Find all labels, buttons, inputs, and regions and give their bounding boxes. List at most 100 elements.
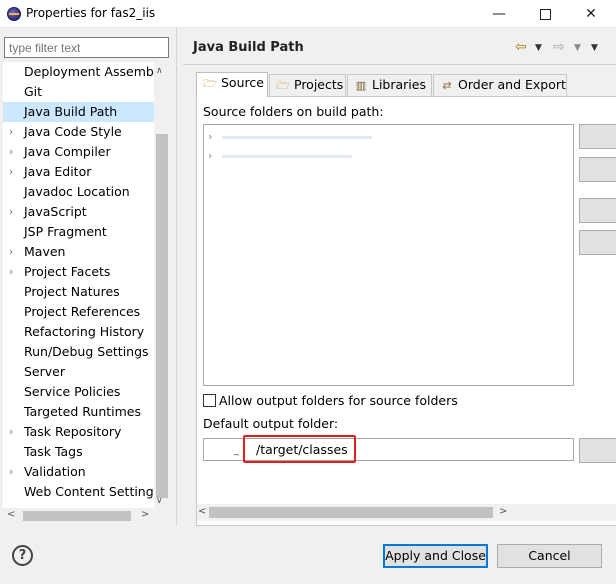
title-bar: Properties for fas2_iis — ✕ <box>0 0 616 28</box>
expand-icon[interactable]: › <box>9 202 19 222</box>
eclipse-icon <box>7 7 21 21</box>
tree-item-label: Javadoc Location <box>24 184 130 199</box>
annotation-highlight-box <box>243 435 356 463</box>
expand-icon[interactable]: › <box>9 162 19 182</box>
tree-item[interactable]: Project References <box>3 302 154 322</box>
expand-icon[interactable]: › <box>9 422 19 442</box>
tab-label: Source <box>221 75 264 90</box>
libraries-icon: ▥ <box>355 79 367 92</box>
tree-item[interactable]: Javadoc Location <box>3 182 154 202</box>
tree-item[interactable]: Run/Debug Settings <box>3 342 154 362</box>
source-folder-row[interactable]: › <box>208 147 352 165</box>
tree-item[interactable]: Git <box>3 82 154 102</box>
tree-item[interactable]: Server <box>3 362 154 382</box>
window-title: Properties for fas2_iis <box>26 6 156 20</box>
tree-item[interactable]: Project Natures <box>3 282 154 302</box>
tab-order-and-export[interactable]: ⇄ Order and Export <box>433 74 567 96</box>
minimize-button[interactable]: — <box>476 0 522 28</box>
tree-item[interactable]: › Java Editor <box>3 162 154 182</box>
view-menu-icon[interactable]: ▼ <box>591 43 598 53</box>
source-folder-row[interactable]: › <box>208 128 372 146</box>
tree-item[interactable]: JSP Fragment <box>3 222 154 242</box>
tree-item-label: Targeted Runtimes <box>24 404 141 419</box>
tree-item[interactable]: Targeted Runtimes <box>3 402 154 422</box>
tree-item-label: Java Editor <box>24 164 92 179</box>
back-arrow-icon[interactable]: ⇦ <box>515 39 527 55</box>
tree-vertical-scrollbar[interactable]: ∧ ∨ <box>154 62 168 508</box>
scroll-right-icon[interactable]: > <box>141 509 149 520</box>
tree-item-label: Web Content Settings <box>24 484 154 499</box>
remove-button[interactable] <box>579 230 616 255</box>
tree-item-label: Project Natures <box>24 284 120 299</box>
tree-item-label: Service Policies <box>24 384 121 399</box>
filter-input[interactable] <box>4 37 169 58</box>
add-folder-button[interactable] <box>579 124 616 149</box>
header-separator <box>183 64 616 65</box>
link-source-button[interactable] <box>579 157 616 182</box>
tree-item-label: Java Build Path <box>24 104 118 119</box>
tree-item[interactable]: › Project Facets <box>3 262 154 282</box>
scroll-right-icon[interactable]: > <box>499 506 507 517</box>
tree-item[interactable]: Refactoring History <box>3 322 154 342</box>
expand-icon[interactable]: › <box>9 262 19 282</box>
scroll-thumb[interactable] <box>156 134 168 498</box>
expand-icon[interactable]: › <box>9 242 19 262</box>
expand-icon[interactable]: › <box>9 462 19 482</box>
tab-bar: 🗁 Source 🗁 Projects ▥ Libraries ⇄ Order and … <box>196 72 576 97</box>
content-horizontal-scrollbar[interactable]: < > <box>197 504 616 521</box>
back-dropdown-icon[interactable]: ▼ <box>535 43 542 53</box>
tree-item-label: Java Compiler <box>24 144 111 159</box>
scroll-up-icon[interactable]: ∧ <box>156 66 163 76</box>
tree-item-label: Refactoring History <box>24 324 145 339</box>
expand-icon[interactable]: › <box>9 122 19 142</box>
scroll-down-icon[interactable]: ∨ <box>156 496 163 506</box>
forward-arrow-icon[interactable]: ⇨ <box>553 39 565 55</box>
forward-dropdown-icon[interactable]: ▼ <box>574 43 581 53</box>
tree-item-label: JSP Fragment <box>24 224 107 239</box>
order-export-icon: ⇄ <box>442 79 452 92</box>
tree-item[interactable]: Java Build Path <box>3 102 154 122</box>
scroll-left-icon[interactable]: < <box>7 509 15 520</box>
apply-and-close-button[interactable]: Apply and Close <box>383 544 488 568</box>
tree-horizontal-scrollbar[interactable]: < > <box>3 508 154 524</box>
page-title: Java Build Path <box>193 40 304 55</box>
tree-item-label: Maven <box>24 244 66 259</box>
tree-item[interactable]: › Maven <box>3 242 154 262</box>
cancel-button[interactable]: Cancel <box>497 544 602 568</box>
expand-icon[interactable]: › <box>208 130 212 143</box>
output-prefix: _ <box>234 445 239 456</box>
tree-item[interactable]: › Java Code Style <box>3 122 154 142</box>
maximize-button[interactable] <box>522 0 568 28</box>
tree-item-label: Deployment Assembly <box>24 64 154 79</box>
tab-projects[interactable]: 🗁 Projects <box>269 74 346 96</box>
help-icon[interactable]: ? <box>12 545 33 566</box>
scroll-thumb[interactable] <box>23 511 131 521</box>
scroll-thumb[interactable] <box>209 507 493 518</box>
tree-item[interactable]: › Java Compiler <box>3 142 154 162</box>
expand-icon[interactable]: › <box>208 149 212 162</box>
expand-icon[interactable]: › <box>9 142 19 162</box>
tree-item[interactable]: › Validation <box>3 462 154 482</box>
scroll-left-icon[interactable]: < <box>198 506 206 517</box>
close-button[interactable]: ✕ <box>568 0 614 28</box>
tree-item-label: Java Code Style <box>24 124 122 139</box>
tree-item-label: Validation <box>24 464 86 479</box>
tab-libraries[interactable]: ▥ Libraries <box>347 74 432 96</box>
tab-label: Libraries <box>372 77 426 92</box>
tree-item[interactable]: › Task Repository <box>3 422 154 442</box>
panel-divider[interactable] <box>176 28 177 526</box>
browse-button[interactable] <box>579 438 616 463</box>
edit-button[interactable] <box>579 198 616 223</box>
tree-item[interactable]: Service Policies <box>3 382 154 402</box>
tree-item[interactable]: Deployment Assembly <box>3 62 154 82</box>
maximize-icon <box>539 8 551 20</box>
tree-item[interactable]: › JavaScript <box>3 202 154 222</box>
tab-source[interactable]: 🗁 Source <box>196 72 268 97</box>
source-folders-tree[interactable]: › › <box>203 124 574 386</box>
tab-label: Order and Export <box>458 77 566 92</box>
tree-item-label: Git <box>24 84 43 99</box>
tree-item[interactable]: Task Tags <box>3 442 154 462</box>
tree-item[interactable]: Web Content Settings <box>3 482 154 502</box>
page-header: Java Build Path ⇦ ▼ ⇨ ▼ ▼ <box>183 30 616 64</box>
allow-output-folders-checkbox[interactable] <box>203 394 216 407</box>
